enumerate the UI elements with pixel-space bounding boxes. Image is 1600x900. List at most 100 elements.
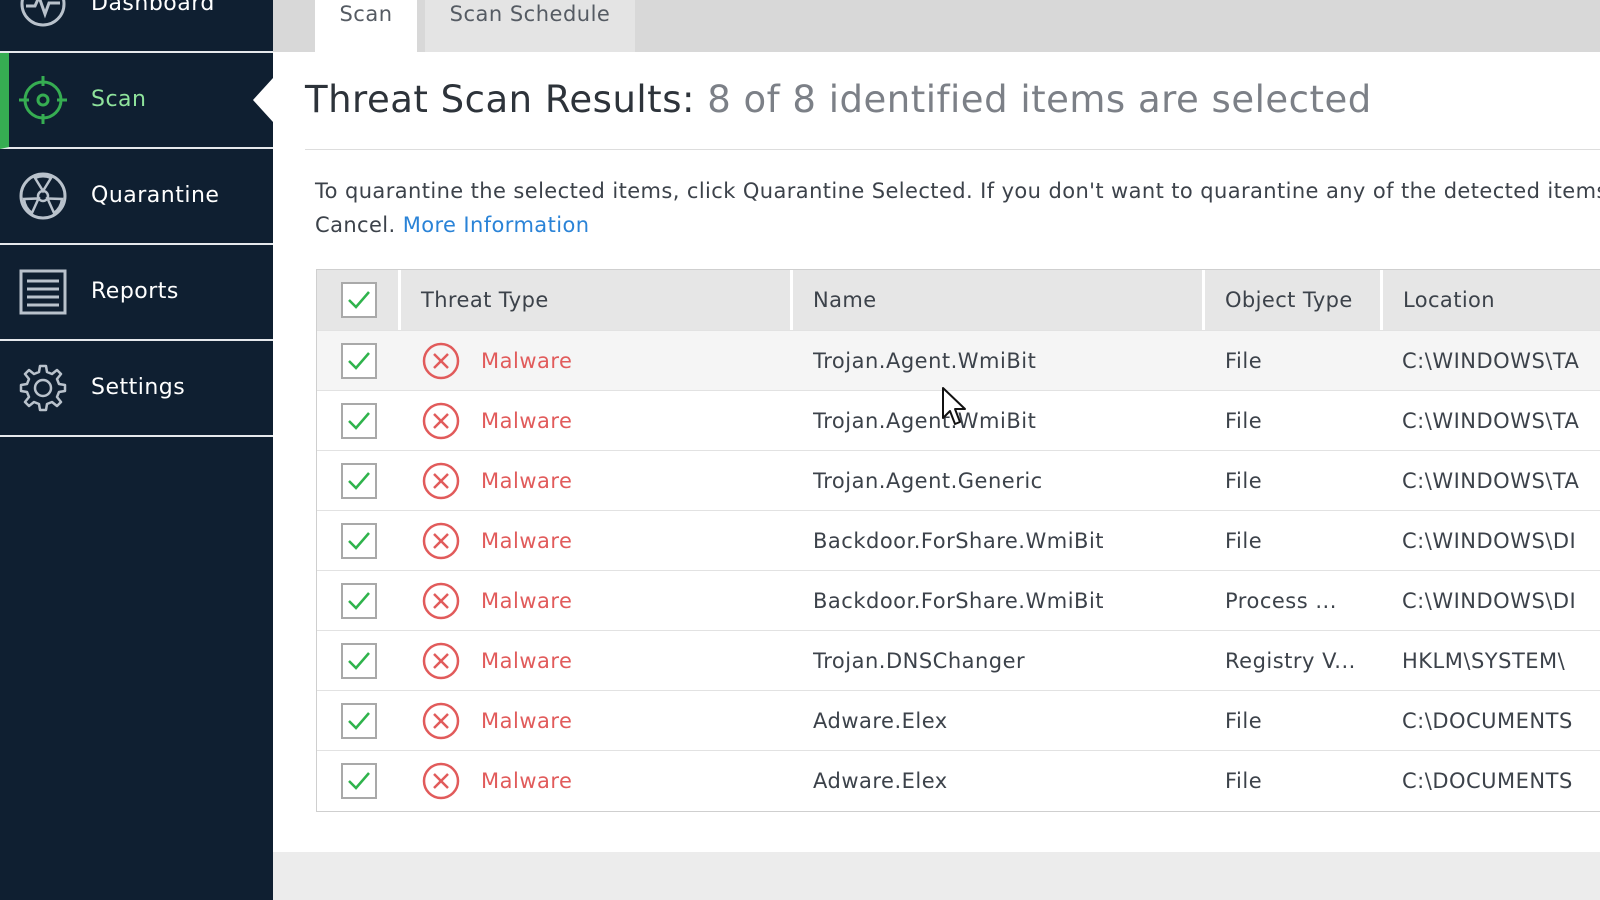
location-cell: C:\WINDOWS\DI (1402, 528, 1577, 553)
threat-x-icon (422, 582, 460, 620)
column-header-object-type[interactable]: Object Type (1202, 270, 1380, 330)
name-cell: Backdoor.ForShare.WmiBit (813, 528, 1105, 553)
checkmark-icon (348, 352, 370, 370)
sidebar-item-settings[interactable]: Settings (0, 341, 273, 437)
name-cell: Adware.Elex (813, 708, 948, 733)
scan-target-icon (17, 74, 69, 126)
location-cell: C:\DOCUMENTS (1402, 708, 1573, 733)
name-cell: Adware.Elex (813, 768, 948, 793)
sidebar-item-scan[interactable]: Scan (0, 53, 273, 149)
instructions-line-1: To quarantine the selected items, click … (315, 179, 1600, 203)
location-cell: C:\WINDOWS\DI (1402, 588, 1577, 613)
column-header-location[interactable]: Location (1380, 270, 1600, 330)
mouse-cursor-icon (942, 387, 966, 425)
threat-type-cell: Malware (481, 768, 573, 793)
threat-type-cell: Malware (481, 708, 573, 733)
object-type-cell: File (1225, 528, 1263, 553)
sidebar-item-label: Settings (91, 375, 186, 400)
checkmark-icon (348, 712, 370, 730)
threat-x-icon (422, 342, 460, 380)
more-information-link[interactable]: More Information (403, 213, 590, 237)
footer-strip (273, 852, 1600, 900)
page-title: Threat Scan Results: 8 of 8 identified i… (305, 78, 1372, 121)
location-cell: C:\WINDOWS\TA (1402, 348, 1580, 373)
threat-type-cell: Malware (481, 588, 573, 613)
tab-label: Scan (339, 2, 393, 26)
threat-type-cell: Malware (481, 528, 573, 553)
table-header: Threat Type Name Object Type Location (317, 270, 1600, 330)
app-window: Dashboard Scan Quarantine Reports Settin… (0, 0, 1600, 900)
select-all-checkbox[interactable] (341, 282, 377, 318)
checkmark-icon (348, 532, 370, 550)
object-type-cell: File (1225, 708, 1263, 733)
row-checkbox[interactable] (341, 763, 377, 799)
threat-type-cell: Malware (481, 408, 573, 433)
threat-x-icon (422, 522, 460, 560)
table-row[interactable]: Malware Trojan.Agent.Generic File C:\WINDOW… (317, 450, 1600, 510)
tab-scan-schedule[interactable]: Scan Schedule (425, 0, 635, 52)
row-checkbox[interactable] (341, 703, 377, 739)
sidebar-item-quarantine[interactable]: Quarantine (0, 149, 273, 245)
reports-icon (17, 266, 69, 318)
table-row[interactable]: Malware Backdoor.ForShare.WmiBit Process .… (317, 570, 1600, 630)
sidebar-item-label: Dashboard (91, 0, 215, 16)
table-row[interactable]: Malware Adware.Elex File C:\DOCUMENTS (317, 750, 1600, 810)
checkmark-icon (348, 652, 370, 670)
threat-type-cell: Malware (481, 648, 573, 673)
threat-x-icon (422, 702, 460, 740)
name-cell: Trojan.Agent.WmiBit (813, 408, 1037, 433)
checkmark-icon (348, 592, 370, 610)
threat-x-icon (422, 762, 460, 800)
object-type-cell: Registry V... (1225, 648, 1356, 673)
table-row[interactable]: Malware Backdoor.ForShare.WmiBit File C:\WI… (317, 510, 1600, 570)
row-checkbox[interactable] (341, 463, 377, 499)
threat-results-table: Threat Type Name Object Type Location Ma… (316, 269, 1600, 812)
sidebar-item-reports[interactable]: Reports (0, 245, 273, 341)
tab-label: Scan Schedule (449, 2, 611, 26)
location-cell: C:\DOCUMENTS (1402, 768, 1573, 793)
row-checkbox[interactable] (341, 343, 377, 379)
location-cell: HKLM\SYSTEM\ (1402, 648, 1566, 673)
sidebar: Dashboard Scan Quarantine Reports Settin… (0, 0, 273, 900)
row-checkbox[interactable] (341, 643, 377, 679)
name-cell: Backdoor.ForShare.WmiBit (813, 588, 1105, 613)
tab-scan[interactable]: Scan (315, 0, 417, 52)
instructions-line-2: Cancel. (315, 213, 396, 237)
threat-type-cell: Malware (481, 468, 573, 493)
location-cell: C:\WINDOWS\TA (1402, 468, 1580, 493)
threat-x-icon (422, 642, 460, 680)
tab-bar: Scan Scan Schedule (273, 0, 1600, 52)
instructions: To quarantine the selected items, click … (315, 174, 1600, 242)
row-checkbox[interactable] (341, 403, 377, 439)
column-header-threat-type[interactable]: Threat Type (398, 270, 790, 330)
threat-x-icon (422, 402, 460, 440)
checkmark-icon (348, 772, 370, 790)
object-type-cell: File (1225, 348, 1263, 373)
settings-gear-icon (17, 362, 69, 414)
name-cell: Trojan.DNSChanger (813, 648, 1026, 673)
threat-type-cell: Malware (481, 348, 573, 373)
row-checkbox[interactable] (341, 523, 377, 559)
page-title-text: Threat Scan Results: (305, 78, 695, 121)
divider (305, 149, 1600, 150)
quarantine-icon (17, 170, 69, 222)
sidebar-item-label: Quarantine (91, 183, 220, 208)
main-panel: Threat Scan Results: 8 of 8 identified i… (273, 52, 1600, 852)
table-row[interactable]: Malware Trojan.Agent.WmiBit File C:\WINDOWS… (317, 330, 1600, 390)
name-cell: Trojan.Agent.WmiBit (813, 348, 1037, 373)
object-type-cell: File (1225, 468, 1263, 493)
object-type-cell: File (1225, 768, 1263, 793)
sidebar-item-dashboard[interactable]: Dashboard (0, 0, 273, 53)
object-type-cell: Process ... (1225, 588, 1337, 613)
sidebar-item-label: Scan (91, 87, 147, 112)
threat-x-icon (422, 462, 460, 500)
checkmark-icon (348, 412, 370, 430)
row-checkbox[interactable] (341, 583, 377, 619)
table-row[interactable]: Malware Adware.Elex File C:\DOCUMENTS (317, 690, 1600, 750)
column-header-name[interactable]: Name (790, 270, 1202, 330)
location-cell: C:\WINDOWS\TA (1402, 408, 1580, 433)
checkmark-icon (348, 291, 370, 309)
table-row[interactable]: Malware Trojan.DNSChanger Registry V... HKL… (317, 630, 1600, 690)
dashboard-icon (17, 0, 69, 30)
checkmark-icon (348, 472, 370, 490)
